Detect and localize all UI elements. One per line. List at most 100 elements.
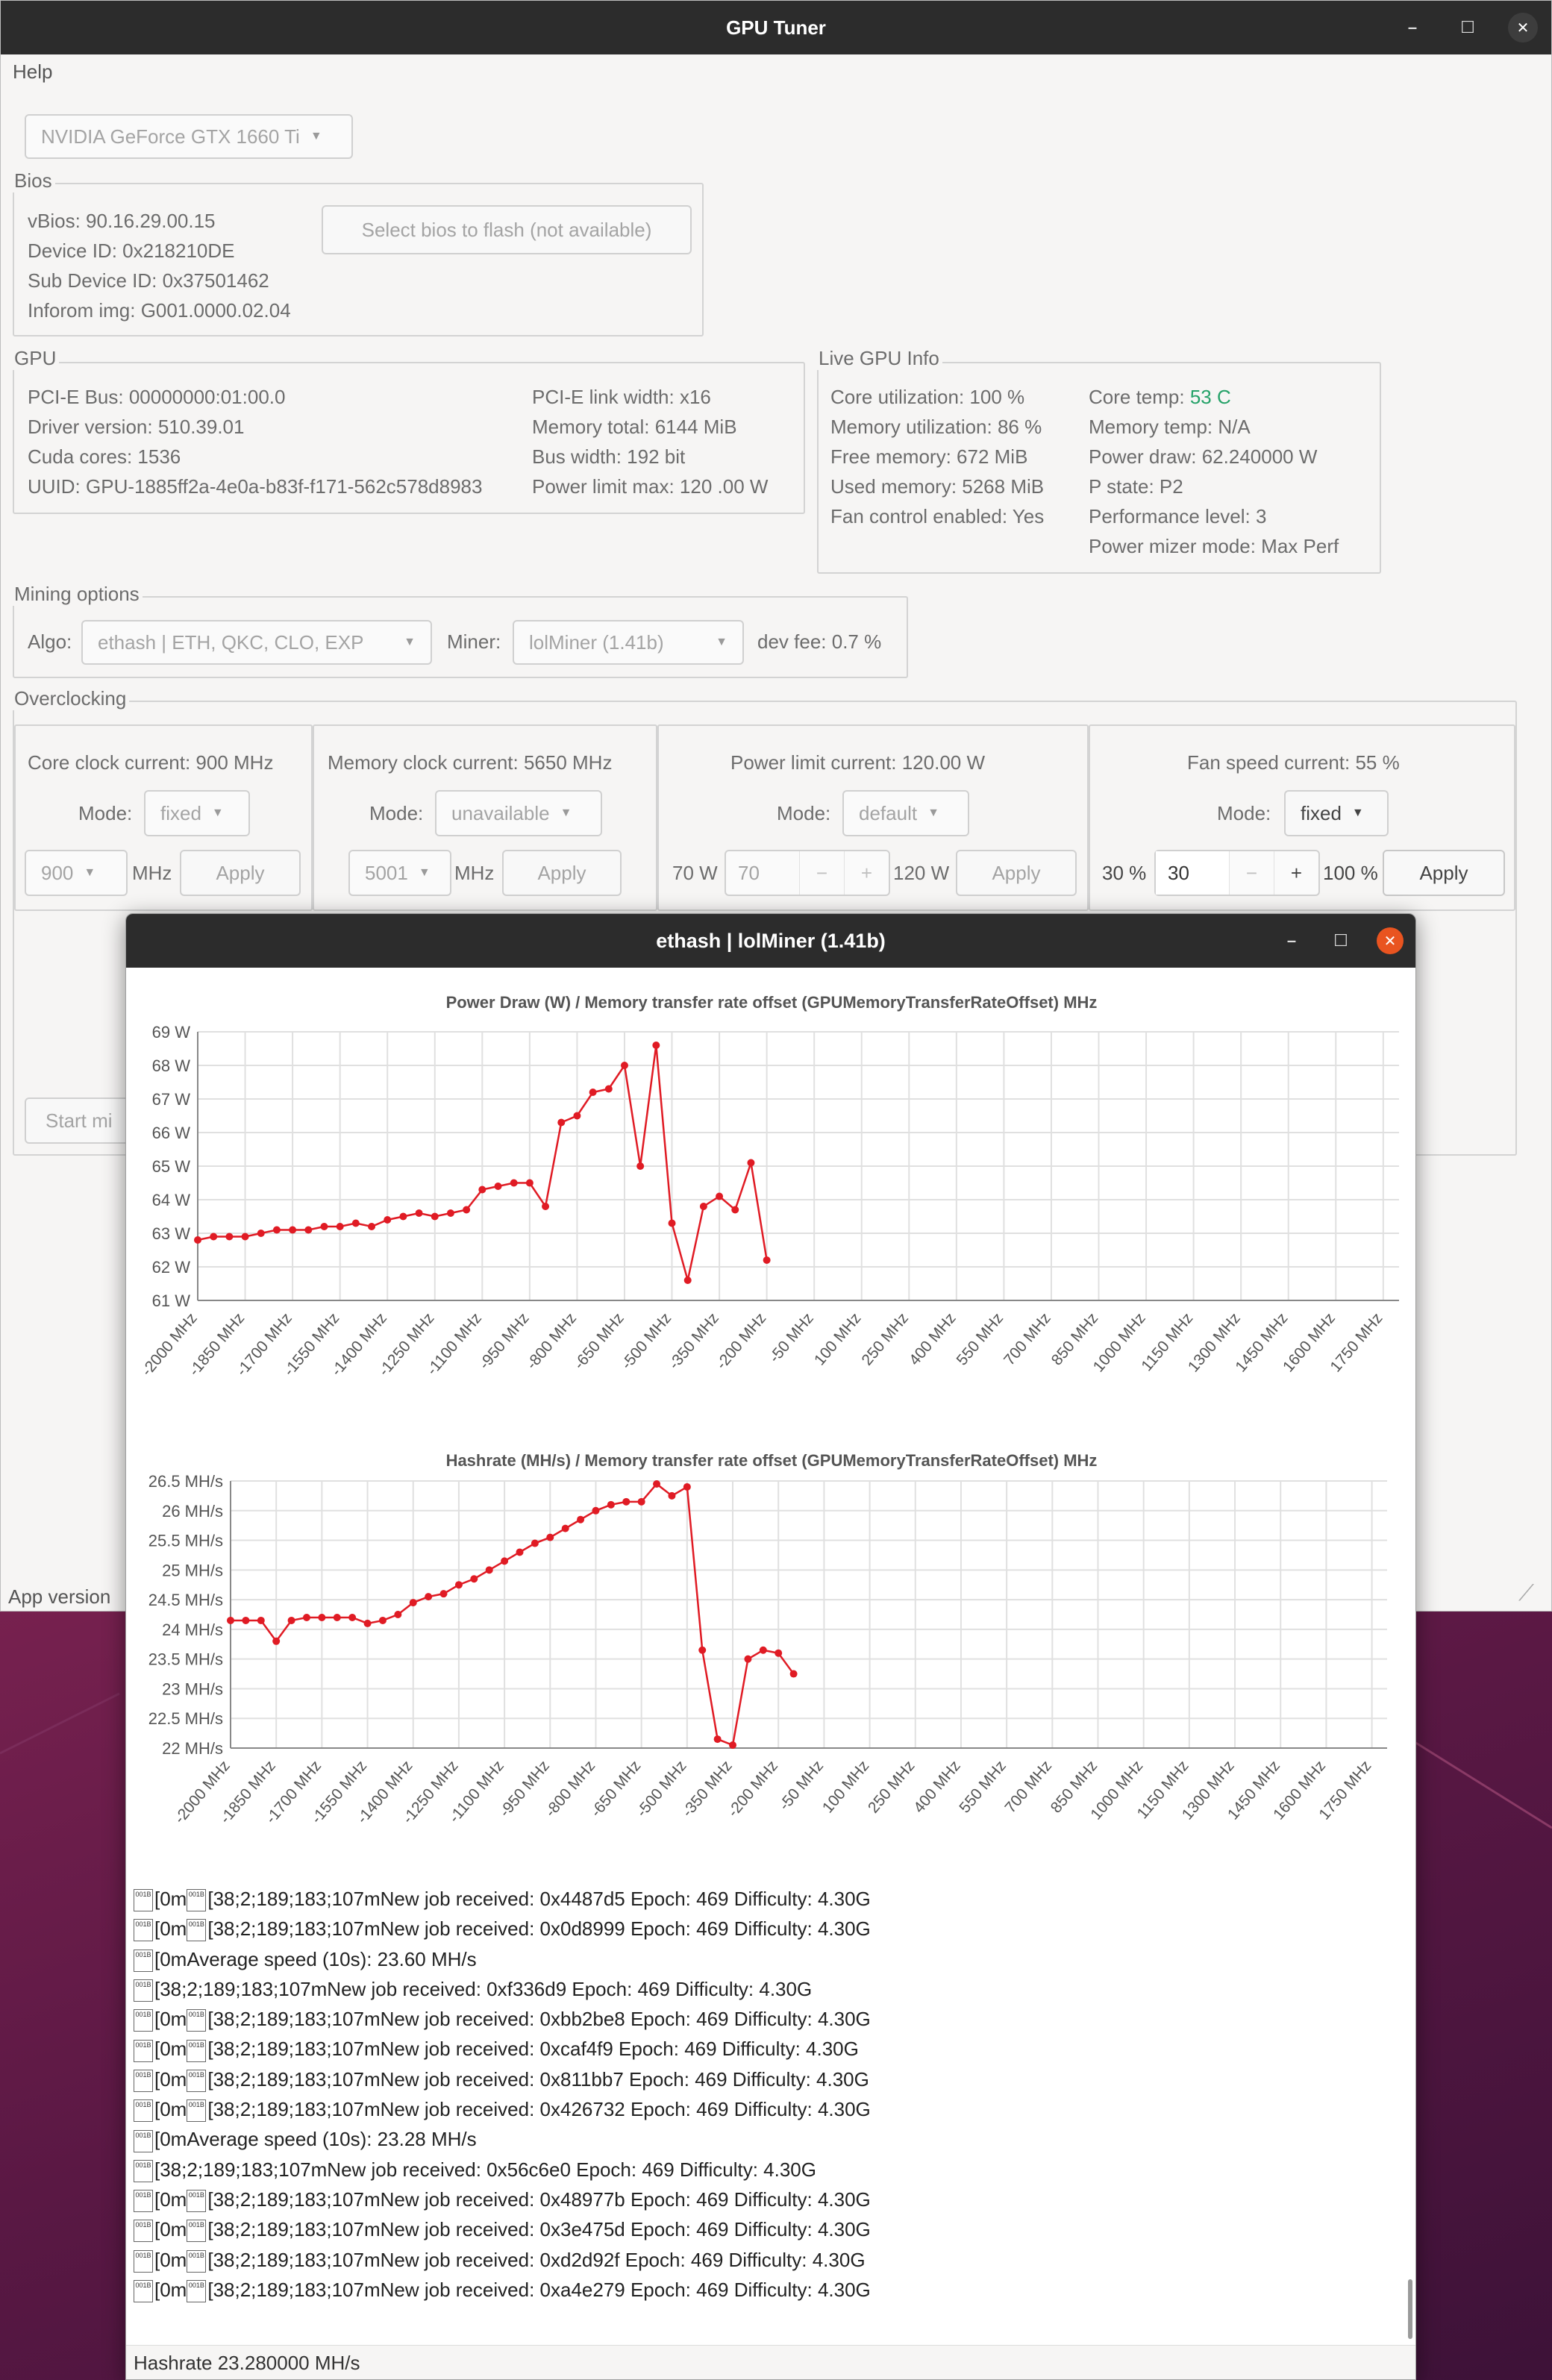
fan-apply-button[interactable]: Apply — [1383, 850, 1505, 896]
sub-device-id-label: Sub Device ID: 0x37501462 — [28, 269, 269, 292]
gpu-title: GPU — [11, 347, 60, 370]
minimize-icon[interactable]: – — [1278, 927, 1305, 954]
fan-speed-spinner[interactable]: 30 − + — [1154, 850, 1320, 896]
log-scrollbar[interactable] — [1408, 2279, 1412, 2339]
y-tick-label: 65 W — [152, 1157, 191, 1176]
memory-mode-select[interactable]: unavailable ▼ — [435, 790, 602, 836]
data-point — [227, 1616, 234, 1624]
miner-select[interactable]: lolMiner (1.41b) ▼ — [513, 620, 744, 665]
log-line: 001B [0m 001B [38;2;189;183;107mNew job rec… — [134, 1914, 1402, 1944]
select-bios-button[interactable]: Select bios to flash (not available) — [322, 205, 692, 254]
device-id-label: Device ID: 0x218210DE — [28, 239, 235, 262]
driver-version-label: Driver version: 510.39.01 — [28, 416, 245, 438]
y-tick-label: 68 W — [152, 1056, 191, 1075]
close-icon[interactable]: ✕ — [1377, 927, 1404, 954]
log-text: [38;2;189;183;107mNew job received: 0xf3… — [154, 1977, 813, 2000]
used-memory-label: Used memory: 5268 MiB — [830, 475, 1045, 498]
data-point — [501, 1557, 509, 1565]
maximize-icon[interactable]: ☐ — [1453, 13, 1483, 43]
escape-glyph-icon: 001B — [134, 1949, 153, 1972]
bus-width-label: Bus width: 192 bit — [532, 445, 686, 468]
power-apply-button[interactable]: Apply — [956, 850, 1077, 896]
data-point — [636, 1162, 645, 1170]
hashrate-chart-title: Hashrate (MH/s) / Memory transfer rate o… — [445, 1451, 1098, 1470]
data-point — [446, 1209, 454, 1217]
power-limit-current: Power limit current: 120.00 W — [730, 751, 986, 774]
maximize-icon[interactable]: ☐ — [1327, 927, 1354, 954]
minus-icon[interactable]: − — [799, 851, 844, 895]
log-line: 001B [0m 001B [38;2;189;183;107mNew job rec… — [134, 2245, 1402, 2275]
power-mode-value: default — [859, 801, 918, 824]
core-mode-value: fixed — [160, 801, 201, 824]
memory-total-label: Memory total: 6144 MiB — [532, 416, 737, 438]
data-point — [729, 1741, 737, 1750]
core-mode-select[interactable]: fixed ▼ — [144, 790, 250, 836]
data-point — [494, 1183, 502, 1190]
y-tick-label: 62 W — [152, 1258, 191, 1277]
y-tick-label: 69 W — [152, 1023, 191, 1042]
data-point — [542, 1203, 550, 1210]
log-line: 001B [0m 001B [38;2;189;183;107mNew job rec… — [134, 2064, 1402, 2094]
power-mode-select[interactable]: default ▼ — [842, 790, 969, 836]
uuid-label: UUID: GPU-1885ff2a-4e0a-b83f-f171-562c57… — [28, 475, 483, 498]
core-value-select[interactable]: 900 ▼ — [25, 850, 128, 896]
data-point — [409, 1599, 417, 1607]
plus-icon[interactable]: + — [1274, 851, 1318, 895]
data-point — [478, 1186, 486, 1194]
gpu-select[interactable]: NVIDIA GeForce GTX 1660 Ti ▼ — [25, 114, 353, 159]
escape-glyph-icon: 001B — [187, 2069, 207, 2092]
log-text: [38;2;189;183;107mNew job received: 0xa4… — [207, 2278, 871, 2301]
x-tick-label: 550 MHz — [956, 1757, 1010, 1816]
data-point — [242, 1616, 250, 1624]
data-point — [607, 1500, 615, 1509]
mining-title: Mining options — [11, 583, 143, 606]
log-line: 001B [0m 001B [38;2;189;183;107mNew job rec… — [134, 2034, 1402, 2064]
y-tick-label: 23.5 MH/s — [148, 1650, 223, 1669]
resize-grip-icon[interactable]: ⟋ — [1518, 1581, 1534, 1606]
memory-unit-label: MHz — [454, 862, 495, 884]
minimize-icon[interactable]: – — [1398, 13, 1427, 43]
pstate-label: P state: P2 — [1089, 475, 1183, 498]
chevron-down-icon: ▼ — [927, 807, 939, 819]
core-apply-button[interactable]: Apply — [180, 850, 301, 896]
memory-value-select[interactable]: 5001 ▼ — [348, 850, 451, 896]
miner-window-title: ethash | lolMiner (1.41b) — [656, 929, 886, 952]
data-point — [561, 1524, 569, 1532]
core-mode-label: Mode: — [78, 802, 133, 824]
escape-glyph-icon: 001B — [187, 2039, 207, 2062]
memory-apply-button[interactable]: Apply — [502, 850, 622, 896]
data-point — [592, 1506, 600, 1515]
menu-help[interactable]: Help — [13, 60, 52, 83]
x-tick-label: 100 MHz — [819, 1757, 873, 1816]
escape-glyph-icon: 001B — [134, 2220, 153, 2243]
power-limit-max-label: Power limit max: 120 .00 W — [532, 475, 769, 498]
escape-glyph-icon: 001B — [187, 2099, 207, 2123]
power-limit-value[interactable]: 70 — [726, 862, 799, 885]
chevron-down-icon: ▼ — [1351, 807, 1364, 819]
log-prefix: [0m — [154, 2248, 187, 2271]
fan-speed-value[interactable]: 30 — [1156, 851, 1229, 895]
escape-glyph-icon: 001B — [134, 2129, 153, 2152]
core-temp-value: 53 C — [1189, 386, 1231, 408]
algo-select-value: ethash | ETH, QKC, CLO, EXP — [98, 630, 364, 654]
close-icon[interactable]: ✕ — [1508, 13, 1538, 43]
escape-glyph-icon: 001B — [187, 1919, 207, 1942]
minus-icon[interactable]: − — [1229, 851, 1274, 895]
chevron-down-icon: ▼ — [84, 866, 96, 879]
log-line: 001B [0m 001B [38;2;189;183;107mNew job rec… — [134, 2275, 1402, 2305]
plus-icon[interactable]: + — [844, 851, 889, 895]
power-limit-spinner[interactable]: 70 − + — [725, 850, 890, 896]
log-prefix: [0m — [154, 2188, 187, 2211]
escape-glyph-icon: 001B — [187, 1889, 207, 1912]
data-point — [668, 1219, 676, 1227]
algo-select[interactable]: ethash | ETH, QKC, CLO, EXP ▼ — [81, 620, 432, 665]
log-text: [38;2;189;183;107mNew job received: 0x3e… — [207, 2218, 871, 2241]
log-prefix: [0m — [154, 2008, 187, 2031]
data-point — [510, 1179, 518, 1187]
data-point — [470, 1575, 478, 1583]
power-draw-chart: 61 W 62 W 63 W 64 W 65 W 66 W 67 W 68 W 69 W -200… — [138, 1023, 1399, 1380]
fan-mode-select[interactable]: fixed ▼ — [1284, 790, 1389, 836]
escape-glyph-icon: 001B — [134, 2159, 153, 2182]
escape-glyph-icon: 001B — [134, 2249, 153, 2273]
y-tick-label: 63 W — [152, 1224, 191, 1243]
